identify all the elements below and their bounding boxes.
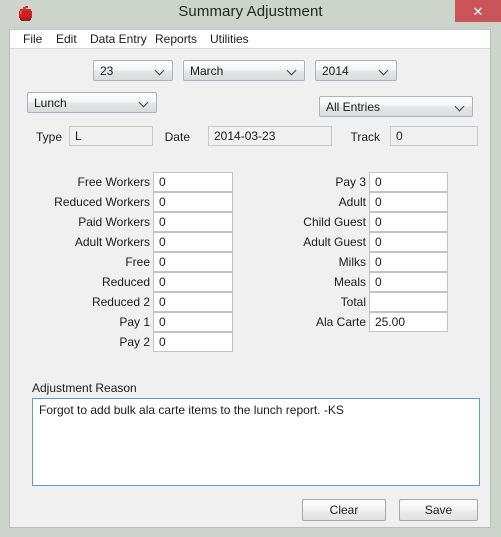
left-count-label: Free bbox=[125, 255, 150, 269]
left-count-label: Reduced 2 bbox=[91, 295, 150, 309]
right-count-label: Pay 3 bbox=[335, 175, 366, 189]
left-count-value: 0 bbox=[159, 195, 166, 209]
day-select[interactable]: 23 bbox=[93, 60, 173, 81]
clear-button[interactable]: Clear bbox=[302, 499, 386, 521]
left-count-label: Adult Workers bbox=[74, 235, 150, 249]
date-label: Date bbox=[164, 130, 190, 144]
save-button[interactable]: Save bbox=[399, 499, 478, 521]
menu-item-reports[interactable]: Reports bbox=[151, 32, 201, 47]
left-count-input[interactable]: 0 bbox=[153, 252, 233, 272]
right-count-input[interactable]: 0 bbox=[369, 232, 448, 252]
right-count-value: 0 bbox=[375, 275, 382, 289]
left-count-value: 0 bbox=[159, 275, 166, 289]
left-count-input[interactable]: 0 bbox=[153, 292, 233, 312]
track-label: Track bbox=[350, 130, 380, 144]
title-bar: Summary Adjustment ✕ bbox=[0, 0, 501, 29]
month-select[interactable]: March bbox=[183, 60, 305, 81]
left-count-label: Free Workers bbox=[77, 175, 150, 189]
right-count-input[interactable]: 0 bbox=[369, 172, 448, 192]
right-count-input[interactable] bbox=[369, 292, 448, 312]
left-count-value: 0 bbox=[159, 295, 166, 309]
right-count-value: 0 bbox=[375, 255, 382, 269]
month-select-value: March bbox=[190, 64, 224, 78]
chevron-down-icon bbox=[156, 66, 165, 75]
left-count-value: 0 bbox=[159, 235, 166, 249]
entries-select-value: All Entries bbox=[326, 100, 381, 114]
menu-item-edit[interactable]: Edit bbox=[52, 32, 81, 47]
right-count-value: 0 bbox=[375, 195, 382, 209]
right-count-label: Total bbox=[340, 295, 366, 309]
menu-item-utilities[interactable]: Utilities bbox=[206, 32, 253, 47]
year-select-value: 2014 bbox=[322, 64, 349, 78]
right-count-value: 25.00 bbox=[375, 315, 406, 329]
right-count-input[interactable]: 0 bbox=[369, 192, 448, 212]
left-count-value: 0 bbox=[159, 315, 166, 329]
left-count-label: Pay 2 bbox=[119, 335, 150, 349]
chevron-down-icon bbox=[140, 98, 149, 107]
chevron-down-icon bbox=[380, 66, 389, 75]
left-count-value: 0 bbox=[159, 255, 166, 269]
right-count-label: Adult Guest bbox=[303, 235, 366, 249]
date-field-value: 2014-03-23 bbox=[214, 129, 276, 143]
window-title: Summary Adjustment bbox=[178, 3, 323, 20]
left-count-label: Pay 1 bbox=[119, 315, 150, 329]
right-count-label: Milks bbox=[338, 255, 366, 269]
track-field[interactable]: 0 bbox=[390, 126, 478, 146]
left-count-input[interactable]: 0 bbox=[153, 332, 233, 352]
adjustment-reason-label: Adjustment Reason bbox=[32, 381, 137, 395]
left-count-label: Reduced Workers bbox=[54, 195, 150, 209]
right-count-label: Child Guest bbox=[303, 215, 366, 229]
track-field-value: 0 bbox=[396, 129, 403, 143]
right-count-input[interactable]: 0 bbox=[369, 252, 448, 272]
right-count-label: Meals bbox=[333, 275, 366, 289]
type-label: Type bbox=[35, 130, 62, 144]
client-area: File Edit Data Entry Reports Utilities 2… bbox=[9, 29, 491, 528]
left-count-value: 0 bbox=[159, 215, 166, 229]
adjustment-reason-value: Forgot to add bulk ala carte items to th… bbox=[39, 403, 344, 417]
meal-select-value: Lunch bbox=[34, 96, 67, 110]
left-count-input[interactable]: 0 bbox=[153, 172, 233, 192]
menu-item-data-entry[interactable]: Data Entry bbox=[86, 32, 151, 47]
menu-bar: File Edit Data Entry Reports Utilities bbox=[10, 30, 490, 49]
left-count-label: Reduced bbox=[101, 275, 150, 289]
left-count-input[interactable]: 0 bbox=[153, 272, 233, 292]
left-count-label: Paid Workers bbox=[78, 215, 150, 229]
right-count-input[interactable]: 0 bbox=[369, 272, 448, 292]
year-select[interactable]: 2014 bbox=[315, 60, 397, 81]
adjustment-reason-input[interactable]: Forgot to add bulk ala carte items to th… bbox=[32, 398, 480, 486]
right-count-value: 0 bbox=[375, 175, 382, 189]
day-select-value: 23 bbox=[100, 64, 114, 78]
close-icon[interactable]: ✕ bbox=[455, 0, 501, 22]
summary-adjustment-window: Summary Adjustment ✕ File Edit Data Entr… bbox=[0, 0, 501, 537]
right-count-label: Ala Carte bbox=[315, 315, 366, 329]
left-count-input[interactable]: 0 bbox=[153, 212, 233, 232]
right-count-value: 0 bbox=[375, 215, 382, 229]
right-count-value: 0 bbox=[375, 235, 382, 249]
chevron-down-icon bbox=[288, 66, 297, 75]
right-count-input[interactable]: 25.00 bbox=[369, 312, 448, 332]
entries-select[interactable]: All Entries bbox=[319, 96, 473, 117]
meal-select[interactable]: Lunch bbox=[27, 92, 157, 113]
menu-item-file[interactable]: File bbox=[19, 32, 46, 47]
chevron-down-icon bbox=[456, 102, 465, 111]
right-count-input[interactable]: 0 bbox=[369, 212, 448, 232]
left-count-input[interactable]: 0 bbox=[153, 312, 233, 332]
left-count-value: 0 bbox=[159, 175, 166, 189]
left-count-input[interactable]: 0 bbox=[153, 192, 233, 212]
left-count-value: 0 bbox=[159, 335, 166, 349]
left-count-input[interactable]: 0 bbox=[153, 232, 233, 252]
type-field-value: L bbox=[75, 129, 82, 143]
right-count-label: Adult bbox=[338, 195, 366, 209]
